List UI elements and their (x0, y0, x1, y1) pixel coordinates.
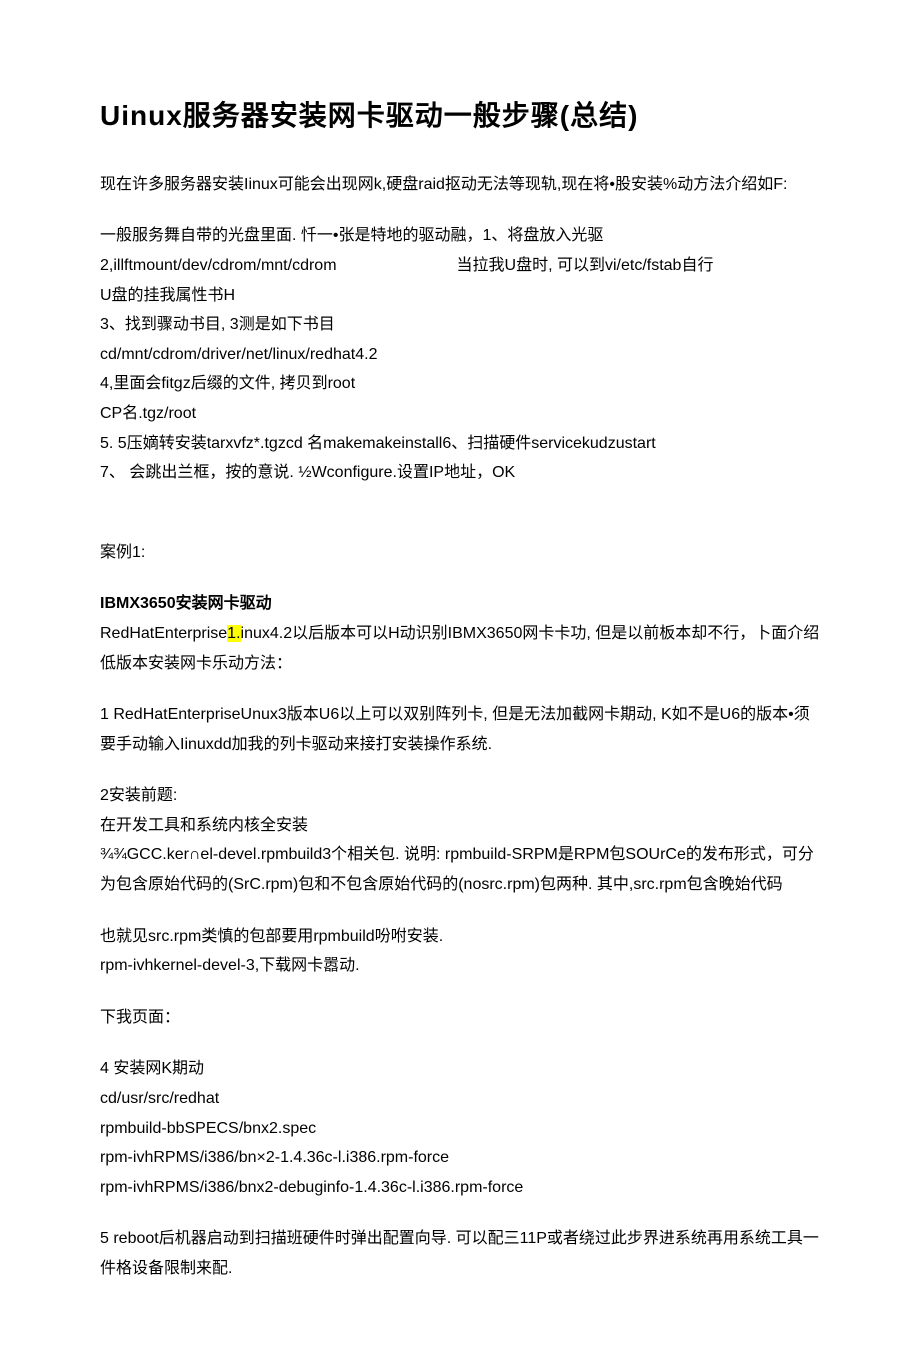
step-5: 5. 5压嫡转安装tarxvfz*.tgzcd 名makemakeinstall… (100, 429, 820, 459)
case1-p1: RedHatEnterprise1.inux4.2以后版本可以H动识别IBMX3… (100, 619, 820, 678)
case1-p7: 4 安装网K期动 (100, 1054, 820, 1084)
highlight-text: 1. (227, 625, 240, 642)
case1-cmd-rpmbuild: rpmbuild-bbSPECS/bnx2.spec (100, 1114, 820, 1144)
case1-p1a: RedHatEnterprise (100, 625, 227, 642)
step-2-line: 2,illftmount/dev/cdrom/mnt/cdrom 当拉我U盘时, … (100, 251, 820, 281)
case1-heading: 案例1: (100, 538, 820, 568)
case1-p3c: ¾¾GCC.ker∩el-devel.rpmbuild3个相关包. 说明: rp… (100, 840, 820, 899)
step-4: 4,里面会fitgz后缀的文件, 拷贝到root (100, 369, 820, 399)
case1-p2: 1 RedHatEnterpriseUnux3版本U6以上可以双别阵列卡, 但是… (100, 700, 820, 759)
page-title: Uinux服务器安装网卡驱动一般步骤(总结) (100, 90, 820, 142)
case1-subheading: IBMX3650安装网卡驱动 (100, 589, 820, 619)
case1-p5: rpm-ivhkernel-devel-3,下载网卡嚣动. (100, 951, 820, 981)
step-2b: 当拉我U盘时, 可以到vi/etc/fstab自行 (457, 257, 714, 274)
case1-p8: 5 reboot后机器启动到扫描班硬件时弹出配置向导. 可以配三11P或者绕过此… (100, 1224, 820, 1283)
step-7: 7、 会跳出兰框，按的意说. ½Wconfigure.设置IP地址，OK (100, 458, 820, 488)
step-4-cmd: CP名.tgz/root (100, 399, 820, 429)
case1-p3b: 在开发工具和系统内核全安装 (100, 811, 820, 841)
case1-cmd-rpm2: rpm-ivhRPMS/i386/bnx2-debuginfo-1.4.36c-… (100, 1173, 820, 1203)
intro-paragraph: 现在许多服务器安装Iinux可能会出现网k,硬盘raid抠动无法等现轨,现在将•… (100, 170, 820, 200)
step-2c: U盘的挂我属性书H (100, 281, 820, 311)
step-3-path: cd/mnt/cdrom/driver/net/linux/redhat4.2 (100, 340, 820, 370)
step-3: 3、找到骤动书目, 3测是如下书目 (100, 310, 820, 340)
step-2a: 2,illftmount/dev/cdrom/mnt/cdrom (100, 257, 337, 274)
case1-p4: 也就见src.rpm类慎的包部要用rpmbuild吩咐安装. (100, 922, 820, 952)
case1-cmd-cd: cd/usr/src/redhat (100, 1084, 820, 1114)
case1-p3a: 2安装前题: (100, 781, 820, 811)
step-1: 一般服务舞自带的光盘里面. 忏一•张是特地的驱动融，1、将盘放入光驱 (100, 221, 820, 251)
case1-cmd-rpm1: rpm-ivhRPMS/i386/bn×2-1.4.36c-l.i386.rpm… (100, 1143, 820, 1173)
case1-p6: 下我页面： (100, 1003, 820, 1033)
